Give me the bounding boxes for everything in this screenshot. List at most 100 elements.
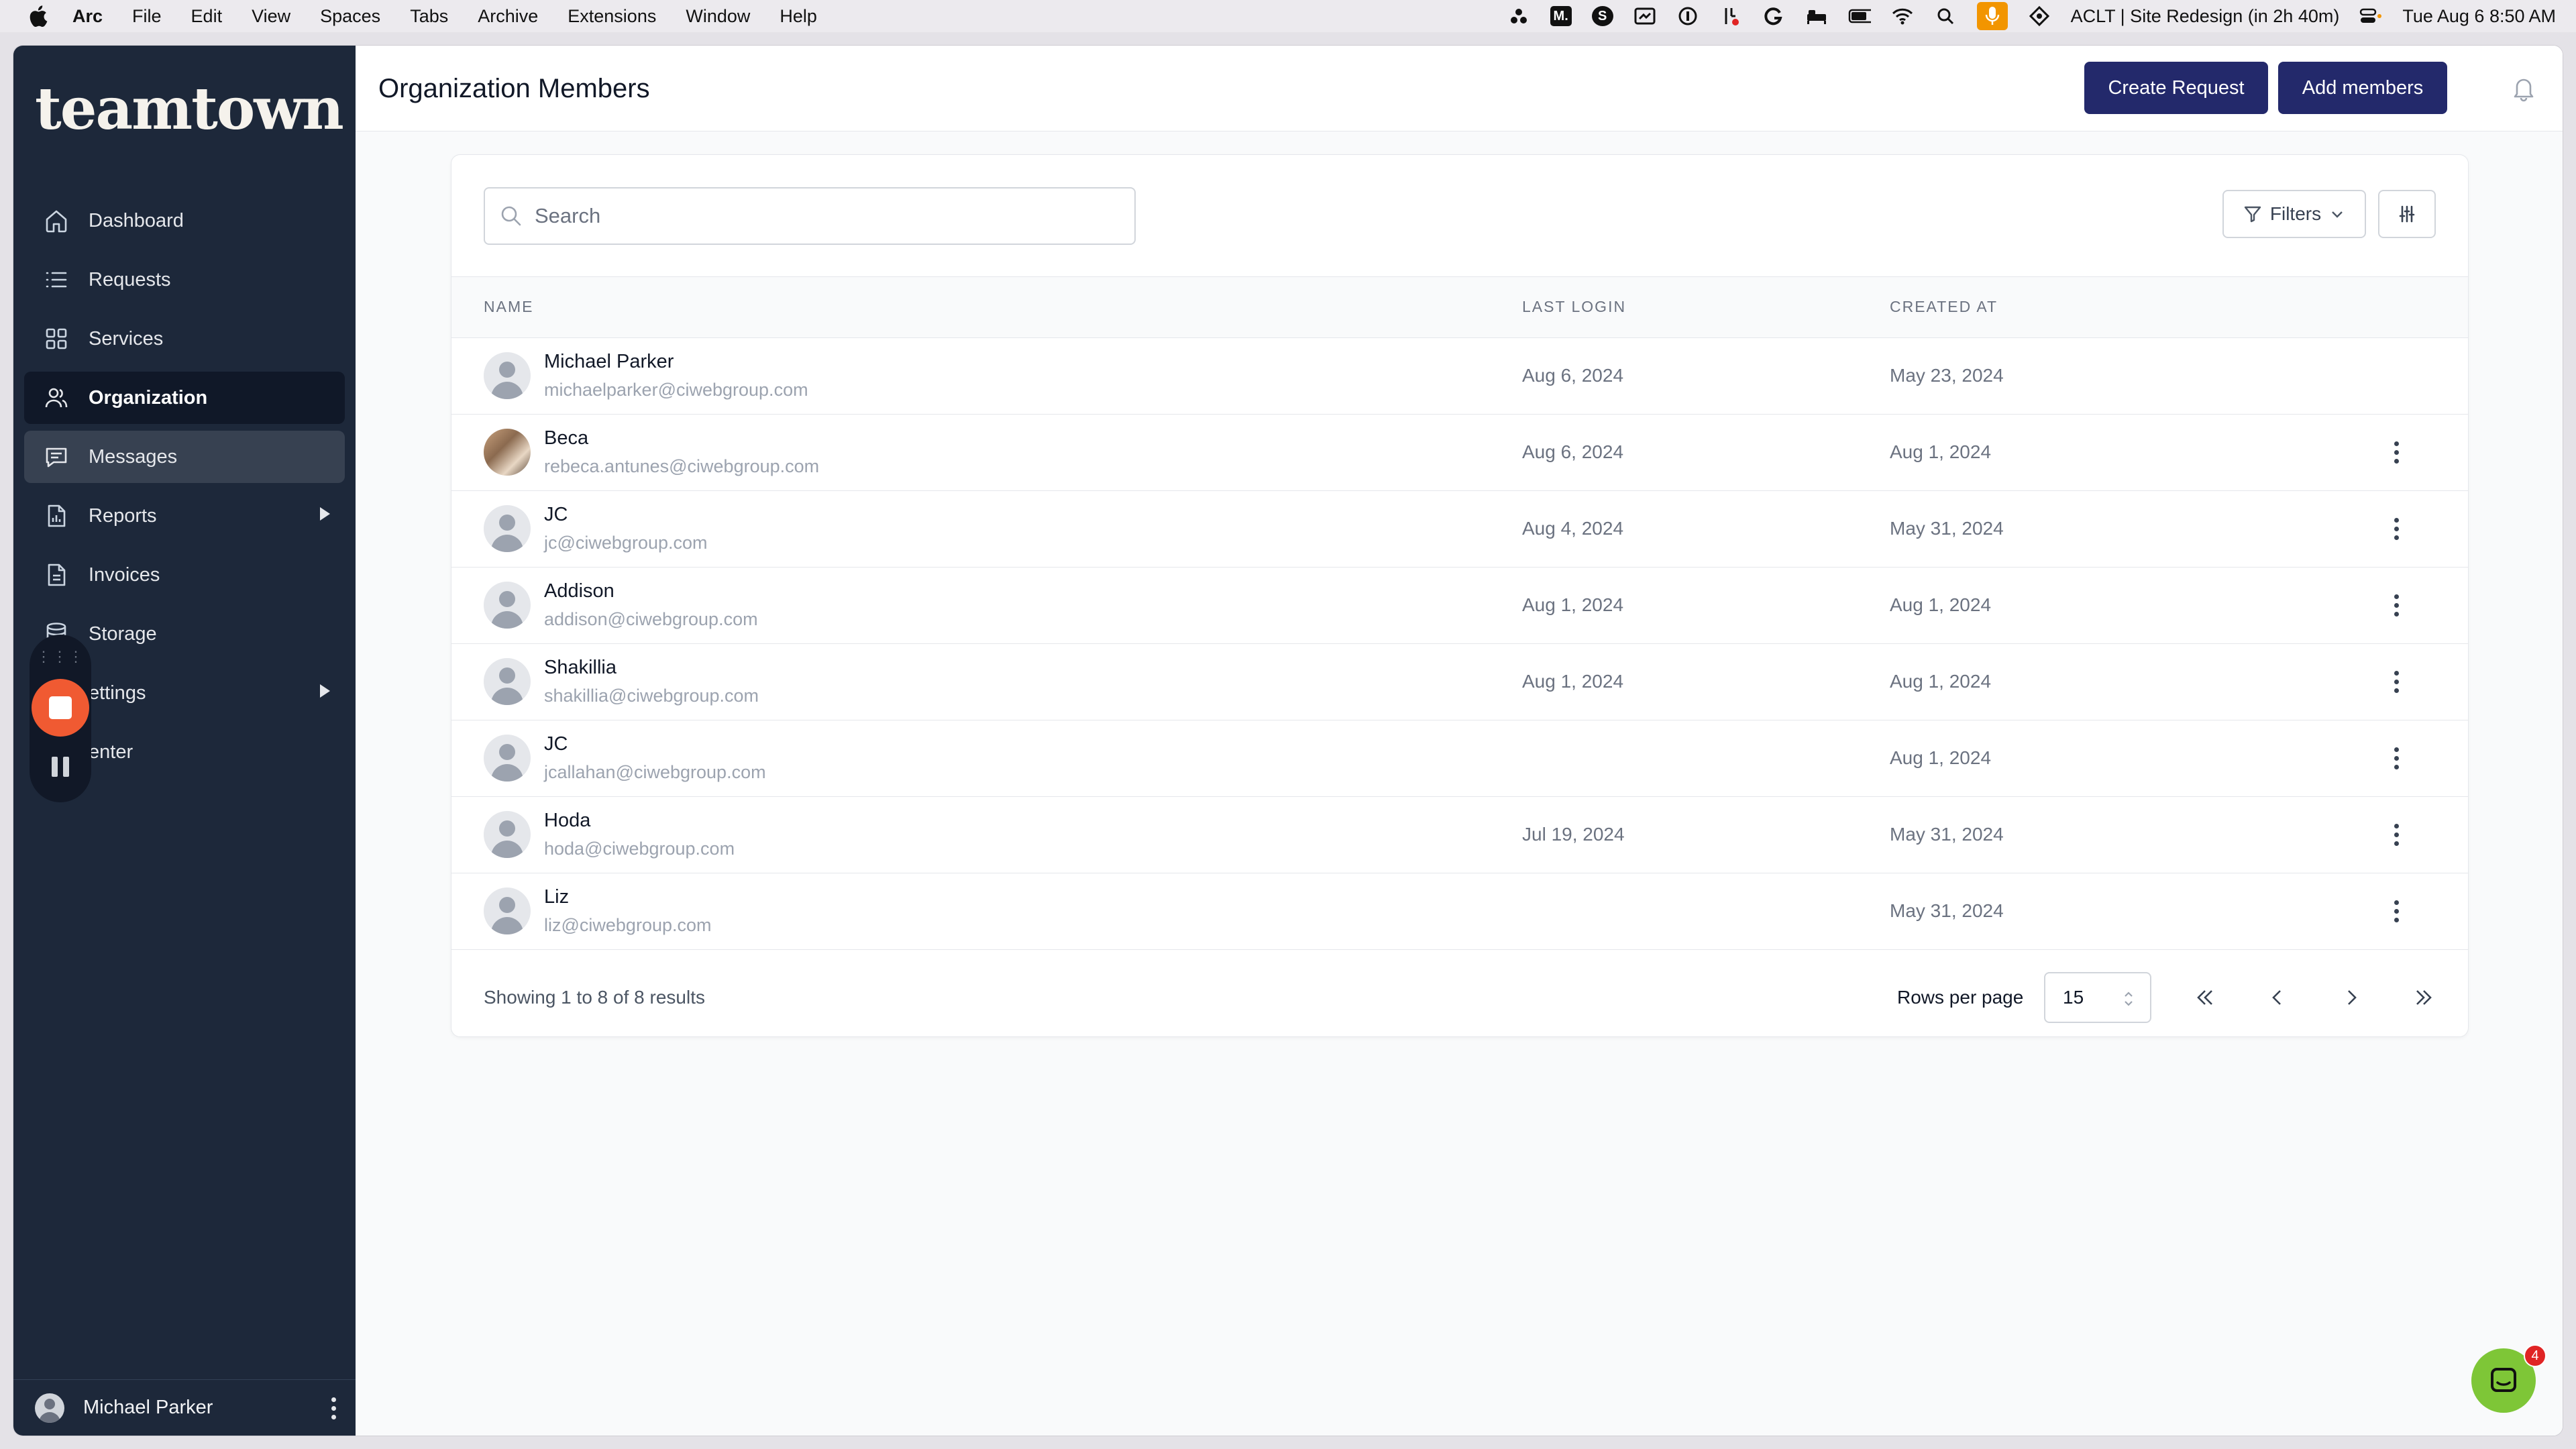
sidebar-item-dashboard[interactable]: Dashboard [24, 195, 345, 247]
user-menu-kebab-icon[interactable] [330, 1397, 337, 1419]
member-name[interactable]: JC [544, 733, 766, 755]
menu-bar: Arc File Edit View Spaces Tabs Archive E… [0, 0, 2576, 32]
row-actions-kebab-icon[interactable] [2393, 670, 2400, 693]
notifications-bell-icon[interactable] [2509, 74, 2538, 103]
apple-icon[interactable] [25, 4, 50, 28]
row-actions-kebab-icon[interactable] [2393, 441, 2400, 464]
page-title: Organization Members [378, 74, 650, 103]
row-actions-kebab-icon[interactable] [2393, 747, 2400, 769]
row-actions-kebab-icon[interactable] [2393, 900, 2400, 922]
menu-help[interactable]: Help [780, 6, 817, 27]
tray-tools-icon[interactable] [1719, 5, 1742, 28]
column-header-created-at[interactable]: CREATED AT [1890, 277, 2359, 338]
table-row[interactable]: Hoda hoda@ciwebgroup.com Jul 19, 2024 May 3… [451, 796, 2468, 873]
member-name[interactable]: JC [544, 504, 708, 526]
tray-m-icon[interactable]: M. [1550, 6, 1572, 26]
created-at-cell: Aug 1, 2024 [1890, 720, 2359, 797]
spotlight-search-icon[interactable] [1934, 5, 1957, 28]
first-page-button[interactable] [2185, 977, 2225, 1018]
control-center-icon[interactable] [2359, 5, 2382, 28]
menu-spaces[interactable]: Spaces [320, 6, 380, 27]
expand-caret-icon[interactable] [320, 684, 330, 698]
pause-recording-button[interactable] [52, 757, 69, 777]
create-request-button[interactable]: Create Request [2084, 62, 2268, 114]
teamtown-logo[interactable]: teamtown [35, 75, 344, 143]
member-email: michaelparker@ciwebgroup.com [544, 380, 808, 400]
tray-focus-icon[interactable] [2028, 5, 2051, 28]
member-name[interactable]: Addison [544, 580, 758, 602]
menu-app-name[interactable]: Arc [72, 6, 103, 27]
column-header-last-login[interactable]: LAST LOGIN [1522, 277, 1890, 338]
menu-file[interactable]: File [132, 6, 162, 27]
table-row[interactable]: Shakillia shakillia@ciwebgroup.com Aug 1, … [451, 643, 2468, 720]
member-name[interactable]: Liz [544, 886, 712, 908]
tray-bed-icon[interactable] [1805, 5, 1828, 28]
member-text: Beca rebeca.antunes@ciwebgroup.com [544, 427, 819, 477]
table-row[interactable]: Liz liz@ciwebgroup.com May 31, 2024 [451, 873, 2468, 950]
menu-view[interactable]: View [252, 6, 290, 27]
wifi-icon[interactable] [1891, 5, 1914, 28]
search-input[interactable] [535, 204, 1112, 228]
member-name[interactable]: Hoda [544, 810, 735, 832]
add-members-button[interactable]: Add members [2278, 62, 2447, 114]
member-email: liz@ciwebgroup.com [544, 915, 712, 935]
menu-edit[interactable]: Edit [191, 6, 223, 27]
double-chevron-right-icon [2416, 990, 2432, 1005]
menu-extensions[interactable]: Extensions [568, 6, 656, 27]
table-row[interactable]: JC jcallahan@ciwebgroup.com Aug 1, 2024 [451, 720, 2468, 797]
next-page-button[interactable] [2331, 977, 2371, 1018]
column-header-name[interactable]: NAME [451, 277, 1522, 338]
last-login-cell: Jul 19, 2024 [1522, 796, 1890, 873]
tray-onepassword-icon[interactable] [1676, 5, 1699, 28]
tray-dots-icon[interactable] [1507, 5, 1530, 28]
sidebar-user-menu[interactable]: Michael Parker [13, 1379, 356, 1436]
tray-screen-icon[interactable] [1633, 5, 1656, 28]
stop-recording-button[interactable] [32, 679, 89, 737]
column-settings-button[interactable] [2378, 190, 2436, 238]
battery-icon[interactable] [1848, 5, 1871, 28]
table-row[interactable]: Michael Parker michaelparker@ciwebgroup.c… [451, 337, 2468, 415]
menu-window[interactable]: Window [686, 6, 750, 27]
table-row[interactable]: Beca rebeca.antunes@ciwebgroup.com Aug 6, … [451, 414, 2468, 491]
menu-tabs[interactable]: Tabs [410, 6, 448, 27]
calendar-status[interactable]: ACLT | Site Redesign (in 2h 40m) [2071, 6, 2340, 27]
member-email: jc@ciwebgroup.com [544, 533, 708, 553]
rows-per-page-select[interactable]: 15 [2044, 972, 2151, 1023]
user-name: Michael Parker [83, 1397, 213, 1418]
table-row[interactable]: Addison addison@ciwebgroup.com Aug 1, 2024… [451, 567, 2468, 644]
chevron-right-icon [2348, 990, 2357, 1005]
invoice-icon [43, 561, 70, 588]
member-name[interactable]: Michael Parker [544, 351, 808, 373]
table-row[interactable]: JC jc@ciwebgroup.com Aug 4, 2024 May 31, 20… [451, 490, 2468, 568]
sidebar-item-invoices[interactable]: Invoices [24, 549, 345, 601]
clock[interactable]: Tue Aug 6 8:50 AM [2402, 6, 2556, 27]
member-info: JC jcallahan@ciwebgroup.com [484, 733, 1522, 783]
sidebar-item-messages[interactable]: Messages [24, 431, 345, 483]
menu-archive[interactable]: Archive [478, 6, 538, 27]
expand-caret-icon[interactable] [320, 507, 330, 521]
row-actions-kebab-icon[interactable] [2393, 823, 2400, 846]
member-avatar [484, 429, 531, 476]
sidebar-item-services[interactable]: Services [24, 313, 345, 365]
drag-handle-icon[interactable]: ⋮⋮⋮ [36, 648, 85, 665]
microphone-icon[interactable] [1976, 2, 2008, 30]
member-name[interactable]: Beca [544, 427, 819, 449]
filters-button[interactable]: Filters [2222, 190, 2366, 238]
row-actions-kebab-icon[interactable] [2393, 594, 2400, 616]
sidebar-item-organization[interactable]: Organization [24, 372, 345, 424]
member-avatar [484, 505, 531, 552]
sidebar-item-reports[interactable]: Reports [24, 490, 345, 542]
member-info: Hoda hoda@ciwebgroup.com [484, 810, 1522, 859]
last-page-button[interactable] [2404, 977, 2444, 1018]
last-login-cell: Aug 1, 2024 [1522, 567, 1890, 644]
last-login-cell: Aug 4, 2024 [1522, 490, 1890, 568]
sidebar-item-requests[interactable]: Requests [24, 254, 345, 306]
previous-page-button[interactable] [2257, 977, 2298, 1018]
tray-grammarly-icon[interactable] [1762, 5, 1785, 28]
row-actions-kebab-icon[interactable] [2393, 517, 2400, 540]
user-avatar [35, 1393, 64, 1423]
member-cell: Hoda hoda@ciwebgroup.com [451, 796, 1522, 873]
tray-s-icon[interactable]: S [1591, 6, 1613, 26]
member-name[interactable]: Shakillia [544, 657, 759, 679]
search-box[interactable] [484, 187, 1136, 245]
